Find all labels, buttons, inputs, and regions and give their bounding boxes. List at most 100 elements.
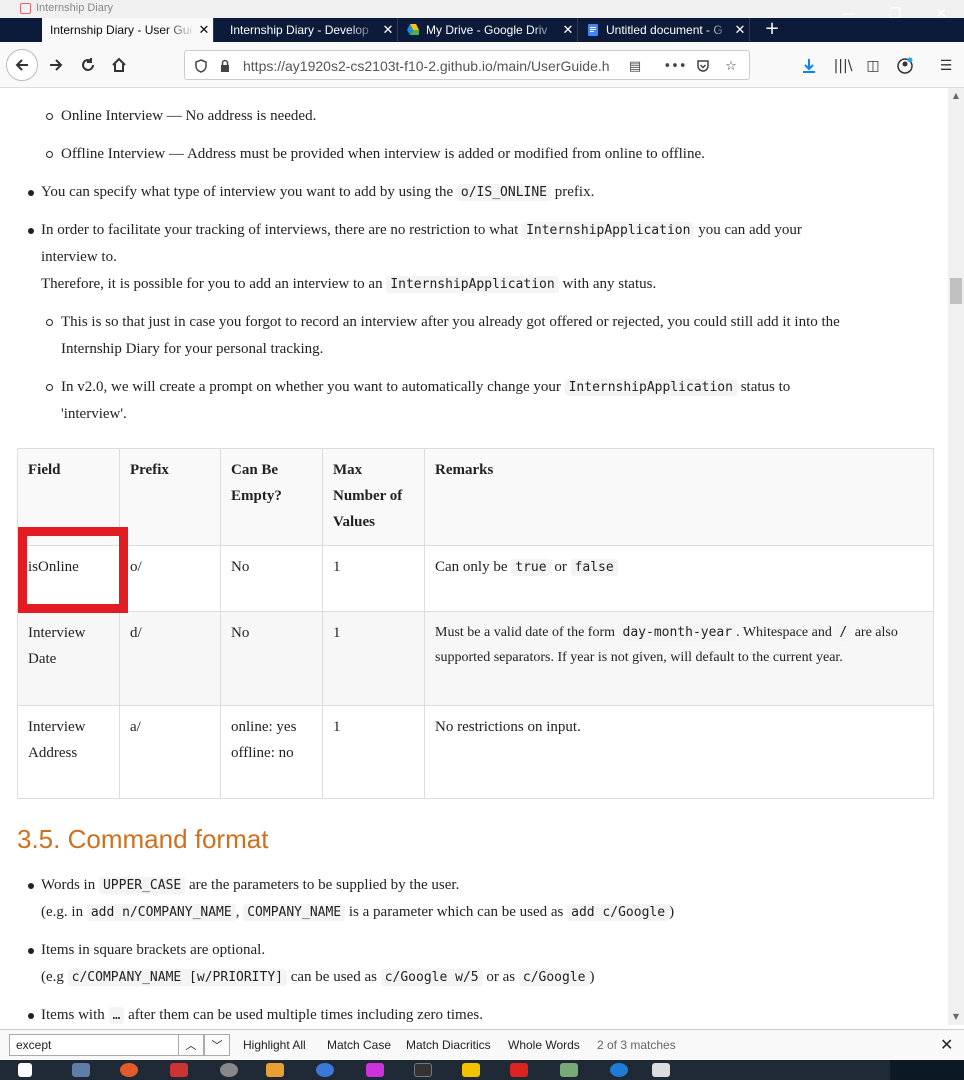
inline-code: UPPER_CASE — [98, 877, 186, 894]
column-header: Remarks — [424, 448, 934, 546]
account-icon[interactable] — [894, 55, 916, 77]
tab-user-guide[interactable]: Internship Diary - User Gui ✕ — [42, 18, 214, 42]
close-icon[interactable]: ✕ — [559, 22, 577, 38]
taskbar-app-icon[interactable] — [462, 1063, 480, 1077]
scrollbar-thumb[interactable] — [950, 278, 962, 304]
table-cell: online: yes offline: no — [220, 705, 323, 799]
text: , — [235, 904, 240, 920]
list-bullet — [46, 113, 53, 120]
pocket-icon[interactable] — [693, 56, 713, 76]
start-icon[interactable] — [18, 1063, 32, 1077]
list-item: In order to facilitate your tracking of … — [41, 217, 802, 244]
list-item: Items in square brackets are optional. — [41, 942, 266, 958]
download-icon[interactable] — [798, 55, 820, 77]
inline-code: InternshipApplication — [564, 379, 737, 396]
table-cell: Interview Address — [17, 705, 120, 799]
list-bullet — [46, 151, 53, 158]
new-tab-button[interactable]: + — [759, 18, 785, 42]
list-item: Offline Interview — Address must be prov… — [61, 146, 705, 162]
find-next-button[interactable]: ﹀ — [204, 1034, 230, 1056]
system-tray[interactable] — [890, 1060, 964, 1080]
find-previous-button[interactable]: ︿ — [178, 1034, 204, 1056]
close-icon[interactable]: ✕ — [379, 22, 397, 38]
highlight-all-checkbox[interactable]: Highlight All — [243, 1038, 306, 1052]
text: or — [554, 559, 567, 575]
list-item: This is so that just in case you forgot … — [61, 314, 840, 330]
list-item: In v2.0, we will create a prompt on whet… — [61, 374, 790, 401]
taskbar-app-icon[interactable] — [560, 1063, 578, 1077]
home-icon — [112, 57, 126, 72]
match-case-checkbox[interactable]: Match Case — [327, 1038, 391, 1052]
table-cell: No — [220, 545, 323, 612]
reload-button[interactable] — [74, 51, 102, 79]
taskbar-app-icon[interactable] — [220, 1063, 238, 1077]
window-close-icon[interactable]: ✕ — [918, 0, 964, 28]
taskbar-app-icon[interactable] — [510, 1063, 528, 1077]
inline-code: c/COMPANY_NAME [w/PRIORITY] — [67, 969, 287, 986]
list-bullet — [46, 384, 53, 391]
taskbar-app-icon[interactable] — [316, 1063, 334, 1077]
forward-button[interactable] — [42, 51, 70, 79]
taskbar-app-icon[interactable] — [652, 1063, 670, 1077]
text: can be used as — [290, 969, 377, 985]
minimize-icon[interactable]: — — [826, 0, 872, 28]
close-find-bar-icon[interactable]: ✕ — [940, 1035, 953, 1054]
chevron-up-icon: ︿ — [185, 1039, 197, 1052]
table-cell: Can only be true or false — [424, 545, 934, 612]
text: you can add your — [698, 222, 802, 238]
whole-words-checkbox[interactable]: Whole Words — [508, 1038, 580, 1052]
list-item-line: (e.g. in add n/COMPANY_NAME, COMPANY_NAM… — [41, 899, 674, 926]
list-bullet — [46, 319, 53, 326]
text: or as — [486, 969, 516, 985]
back-button[interactable] — [6, 49, 38, 81]
page-content: Online Interview — No address is needed.… — [0, 88, 948, 1025]
inline-code: add c/Google — [567, 904, 670, 921]
lock-icon[interactable] — [215, 56, 235, 76]
annotation-highlight-box — [18, 527, 128, 613]
taskbar-app-icon[interactable] — [414, 1063, 432, 1077]
taskbar-app-icon[interactable] — [266, 1063, 284, 1077]
scroll-up-icon[interactable]: ▲ — [948, 88, 964, 104]
text: In order to facilitate your tracking of … — [41, 222, 519, 238]
match-diacritics-checkbox[interactable]: Match Diacritics — [406, 1038, 491, 1052]
maximize-icon[interactable]: ❐ — [872, 0, 918, 28]
address-bar[interactable]: https://ay1920s2-cs2103t-f10-2.github.io… — [184, 50, 750, 80]
close-icon[interactable]: ✕ — [731, 22, 749, 38]
inline-code: add n/COMPANY_NAME — [86, 904, 236, 921]
library-icon[interactable]: |||\ — [832, 55, 854, 77]
inline-code: c/Google w/5 — [380, 969, 483, 986]
tab-google-drive[interactable]: My Drive - Google Driv ✕ — [398, 18, 578, 42]
tab-google-docs[interactable]: Untitled document - G ✕ — [578, 18, 750, 42]
find-input[interactable]: except — [9, 1034, 179, 1056]
sidebar-icon[interactable]: ◫ — [862, 55, 884, 77]
page-actions-icon[interactable]: ••• — [664, 56, 687, 76]
taskbar-app-icon[interactable] — [72, 1063, 90, 1077]
home-button[interactable] — [105, 51, 133, 79]
taskbar-app-icon[interactable] — [366, 1063, 384, 1077]
close-icon[interactable]: ✕ — [195, 22, 213, 38]
firefox-icon[interactable] — [120, 1063, 138, 1077]
list-item: Items with … after them can be used mult… — [41, 1002, 483, 1025]
list-item-line: 'interview'. — [61, 406, 127, 422]
table-row: Interview Date d/ No 1 Must be a valid d… — [17, 611, 934, 706]
table-row: isOnline o/ No 1 Can only be true or fal… — [17, 545, 934, 612]
reader-view-icon[interactable]: ▤ — [625, 56, 645, 76]
text: Therefore, it is possible for you to add… — [41, 276, 383, 292]
inline-code: day-month-year — [618, 624, 737, 641]
text: prefix. — [554, 184, 595, 200]
scroll-down-icon[interactable]: ▼ — [948, 1009, 964, 1025]
text: (e.g. in — [41, 904, 84, 920]
taskbar-app-icon[interactable] — [170, 1063, 188, 1077]
list-item: Online Interview — No address is needed. — [61, 108, 317, 124]
inline-code: o/IS_ONLINE — [456, 184, 551, 201]
shield-icon[interactable] — [191, 56, 211, 76]
tab-developer-guide[interactable]: Internship Diary - Develop ✕ — [214, 18, 398, 42]
text: In v2.0, we will create a prompt on whet… — [61, 379, 561, 395]
text: ) — [669, 904, 675, 920]
taskbar-app-icon[interactable] — [610, 1063, 628, 1077]
bookmark-star-icon[interactable]: ☆ — [721, 56, 741, 76]
vertical-scrollbar[interactable]: ▲ ▼ — [948, 88, 964, 1025]
menu-icon[interactable]: ☰ — [935, 55, 957, 77]
arrow-right-icon — [50, 59, 63, 71]
table-cell: 1 — [322, 545, 425, 612]
